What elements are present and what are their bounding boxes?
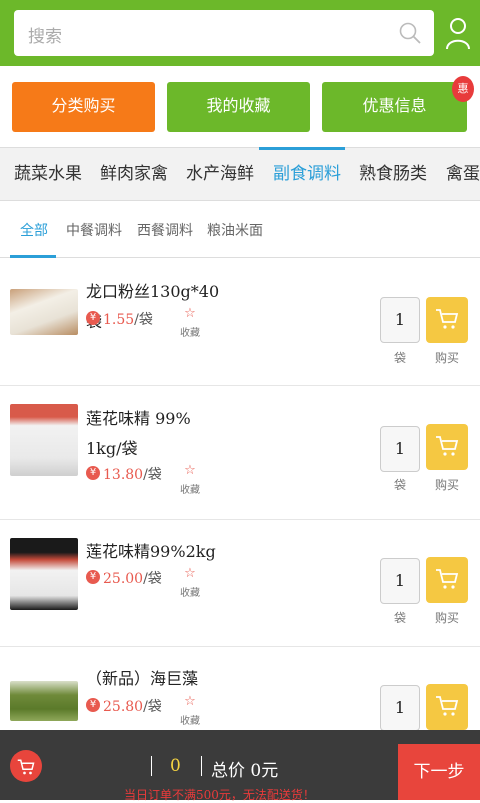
search-placeholder: 搜索 [28, 27, 62, 47]
divider [151, 756, 152, 776]
product-name[interactable]: 莲花味精 99% 1kg/袋 [86, 404, 226, 464]
user-icon[interactable] [444, 16, 472, 50]
top-bar: 搜索 [0, 0, 480, 66]
add-to-cart-button[interactable] [426, 297, 468, 343]
product-price: 25.80/袋 [103, 699, 162, 715]
active-tab-indicator [259, 147, 345, 150]
favorite-button[interactable]: ☆ 收藏 [180, 566, 200, 600]
quantity-unit: 袋 [393, 611, 406, 625]
cart-icon [17, 759, 35, 775]
quantity-field[interactable]: 1 [380, 426, 420, 472]
yen-icon: ¥ [86, 570, 100, 584]
product-row: （新品）海巨藻 ¥ 25.80/袋 ☆ 收藏 1 [0, 647, 480, 731]
star-icon: ☆ [184, 463, 196, 478]
star-icon: ☆ [184, 566, 196, 581]
category-buy-button[interactable]: 分类购买 [12, 82, 155, 132]
yen-icon: ¥ [86, 698, 100, 712]
total-price: 总价 0元 [211, 761, 279, 781]
product-price: 25.00/袋 [103, 571, 162, 587]
min-order-notice: 当日订单不满500元，无法配送货！ [124, 788, 315, 802]
product-row: 莲花味精 99% 1kg/袋 ¥ 13.80/袋 ☆ 收藏 1 袋 购买 [0, 386, 480, 520]
star-icon: ☆ [184, 694, 196, 709]
product-row: 莲花味精99%2kg ¥ 25.00/袋 ☆ 收藏 1 袋 购买 [0, 520, 480, 647]
product-row: 龙口粉丝130g*40袋 ¥ 1.55/袋 ☆ 收藏 1 袋 购买 [0, 259, 480, 386]
buy-label: 购买 [434, 611, 459, 625]
buy-label: 购买 [434, 478, 459, 492]
favorite-button[interactable]: ☆ 收藏 [180, 694, 200, 728]
product-image[interactable] [10, 538, 78, 610]
tab-vegetables-fruits[interactable]: 蔬菜水果 [14, 148, 82, 200]
active-subtab-indicator [10, 255, 56, 258]
next-step-button[interactable]: 下一步 [398, 744, 480, 800]
tab-fresh-meat[interactable]: 鲜肉家禽 [100, 148, 168, 200]
add-to-cart-button[interactable] [426, 424, 468, 470]
tab-deli[interactable]: 熟食肠类 [359, 148, 427, 200]
star-icon: ☆ [184, 306, 196, 321]
product-price: 1.55/袋 [103, 312, 153, 328]
add-to-cart-button[interactable] [426, 557, 468, 603]
favorite-button[interactable]: ☆ 收藏 [180, 306, 200, 340]
cart-icon [436, 569, 459, 589]
add-to-cart-button[interactable] [426, 684, 468, 730]
promo-badge: 惠 [452, 76, 474, 102]
cart-icon [436, 309, 459, 329]
my-favorites-button[interactable]: 我的收藏 [167, 82, 310, 132]
product-image[interactable] [10, 404, 78, 476]
search-input[interactable]: 搜索 [14, 10, 434, 56]
subtab-grain-oil[interactable]: 粮油米面 [207, 220, 263, 240]
sub-tabs: 全部 中餐调料 西餐调料 粮油米面 [0, 202, 480, 258]
quantity-unit: 袋 [393, 351, 406, 365]
product-image[interactable] [10, 289, 78, 335]
quantity-unit: 袋 [393, 478, 406, 492]
category-tabs: 蔬菜水果 鲜肉家禽 水产海鲜 副食调料 熟食肠类 禽蛋类 [0, 147, 480, 201]
divider [201, 756, 202, 776]
cart-icon [436, 696, 459, 716]
cart-count: 0 [170, 756, 181, 776]
product-name[interactable]: （新品）海巨藻 [86, 664, 226, 694]
yen-icon: ¥ [86, 311, 100, 325]
subtab-all[interactable]: 全部 [20, 220, 48, 240]
tab-condiments[interactable]: 副食调料 [273, 148, 341, 200]
subtab-western-seasoning[interactable]: 西餐调料 [137, 220, 193, 240]
quantity-field[interactable]: 1 [380, 297, 420, 343]
yen-icon: ¥ [86, 466, 100, 480]
product-price: 13.80/袋 [103, 467, 162, 483]
product-name[interactable]: 莲花味精99%2kg [86, 537, 226, 567]
quantity-field[interactable]: 1 [380, 685, 420, 731]
cart-icon [436, 436, 459, 456]
quantity-field[interactable]: 1 [380, 558, 420, 604]
favorite-button[interactable]: ☆ 收藏 [180, 463, 200, 497]
cart-button[interactable] [10, 750, 42, 782]
tab-seafood[interactable]: 水产海鲜 [186, 148, 254, 200]
buy-label: 购买 [434, 351, 459, 365]
search-icon[interactable] [398, 21, 422, 45]
subtab-chinese-seasoning[interactable]: 中餐调料 [66, 220, 122, 240]
promotions-button[interactable]: 优惠信息 [322, 82, 467, 132]
tab-eggs-poultry[interactable]: 禽蛋类 [446, 148, 480, 200]
product-image[interactable] [10, 681, 78, 721]
